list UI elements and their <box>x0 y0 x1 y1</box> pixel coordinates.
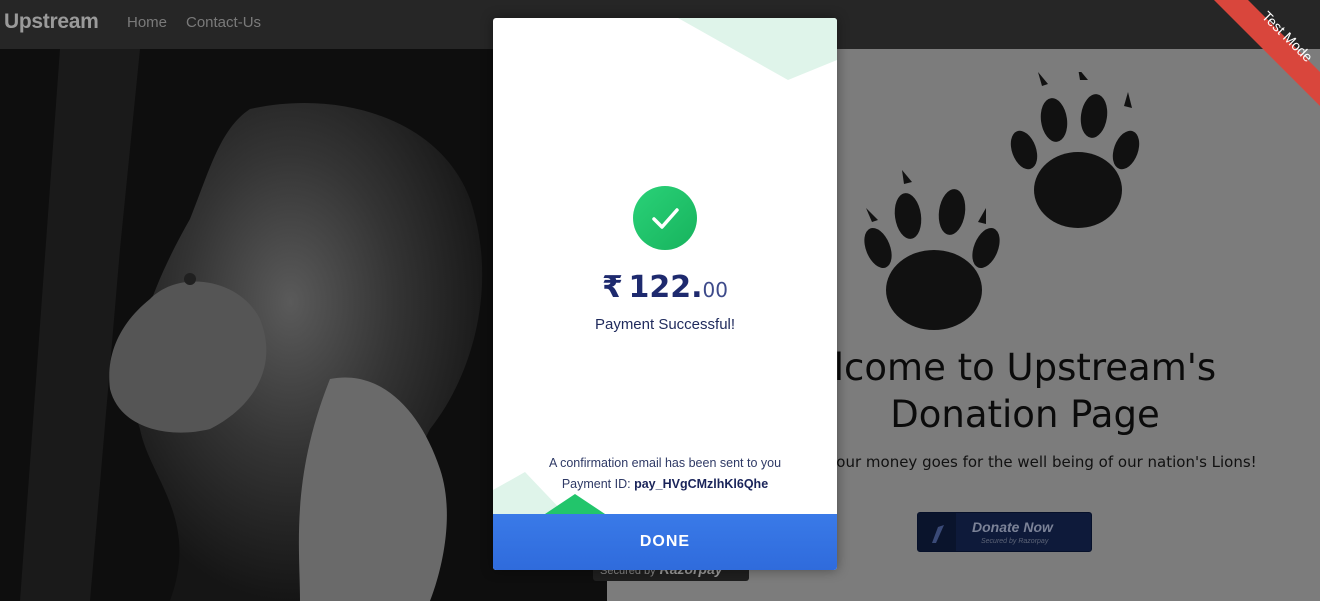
welcome-heading: lcome to Upstream's Donation Page <box>833 346 1217 436</box>
donate-now-label: Donate Now <box>972 519 1053 535</box>
brand-logo[interactable]: Upstream <box>4 10 99 34</box>
test-mode-ribbon: Test Mode <box>1214 0 1320 106</box>
nav-link-home[interactable]: Home <box>127 14 167 31</box>
amount-decimal: 00 <box>702 278 728 302</box>
confirmation-message: A confirmation email has been sent to yo… <box>548 456 782 470</box>
payment-id-value: pay_HVgCMzlhKl6Qhe <box>634 477 769 491</box>
payment-success-modal: ₹ 122.00 Payment Successful! A confirmat… <box>493 18 837 570</box>
donate-now-button[interactable]: Donate Now Secured by Razorpay <box>917 512 1092 552</box>
nav-link-contact-us[interactable]: Contact-Us <box>186 14 261 31</box>
currency-symbol: ₹ <box>602 270 623 305</box>
donation-tagline: ure, your money goes for the well being … <box>793 453 1257 471</box>
payment-id-line: Payment ID: pay_HVgCMzlhKl6Qhe <box>493 477 837 491</box>
razorpay-logo-icon <box>918 513 956 551</box>
payment-id-label: Payment ID: <box>561 477 631 491</box>
payment-status: Payment Successful! <box>594 316 736 333</box>
paw-prints-icon <box>864 72 1140 330</box>
done-button[interactable]: DONE <box>493 514 837 570</box>
donate-secured-label: Secured by Razorpay <box>981 538 1049 545</box>
amount-whole: 122. <box>628 270 703 305</box>
payment-amount: ₹ 122.00 <box>493 270 837 305</box>
success-check-icon <box>633 186 697 250</box>
